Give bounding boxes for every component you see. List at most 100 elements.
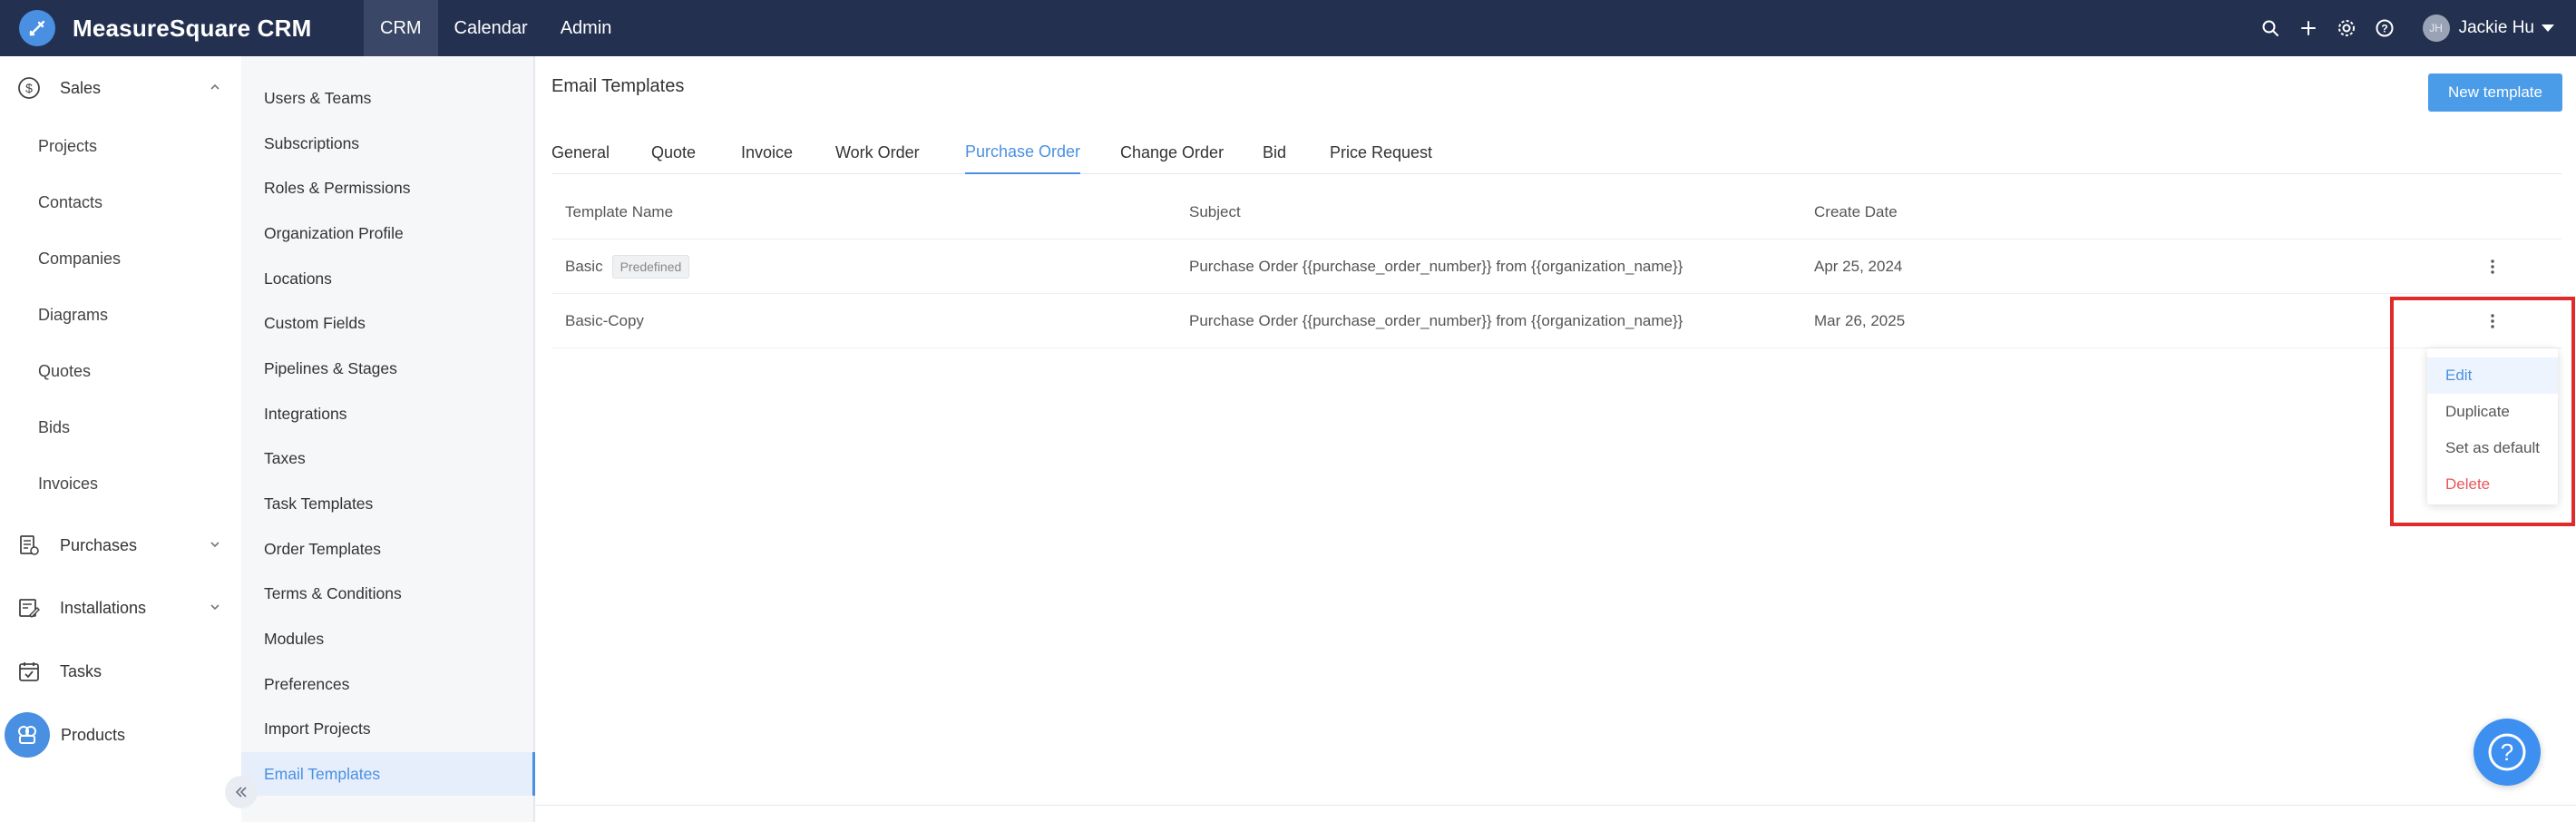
calendar-check-icon — [15, 658, 43, 685]
help-button[interactable]: ? — [2474, 719, 2541, 786]
column-header-subject: Subject — [1189, 203, 1241, 220]
sidebar-item-bids[interactable]: Bids — [38, 418, 70, 437]
settings-item-organization-profile[interactable]: Organization Profile — [241, 211, 535, 255]
svg-text:$: $ — [25, 81, 33, 95]
dollar-circle-icon: $ — [15, 74, 43, 102]
settings-nav: Users & Teams Subscriptions Roles & Perm… — [241, 56, 535, 822]
sidebar-group-label: Purchases — [60, 535, 138, 554]
new-template-button[interactable]: New template — [2428, 73, 2562, 112]
settings-item-pipelines-stages[interactable]: Pipelines & Stages — [241, 347, 535, 390]
predefined-badge: Predefined — [611, 255, 690, 279]
tab-work-order[interactable]: Work Order — [835, 131, 920, 174]
installation-icon — [15, 594, 43, 621]
settings-item-custom-fields[interactable]: Custom Fields — [241, 301, 535, 345]
user-name: Jackie Hu — [2458, 18, 2534, 37]
plus-icon[interactable] — [2296, 15, 2321, 41]
settings-item-users-teams[interactable]: Users & Teams — [241, 76, 535, 120]
topnav-calendar[interactable]: Calendar — [438, 0, 544, 56]
menu-item-set-as-default[interactable]: Set as default — [2427, 430, 2558, 466]
settings-item-taxes[interactable]: Taxes — [241, 436, 535, 480]
main-content: Email Templates New template General Quo… — [535, 56, 2576, 822]
settings-item-integrations[interactable]: Integrations — [241, 392, 535, 435]
template-name: Basic — [565, 258, 603, 275]
top-bar: MeasureSquare CRM CRM Calendar Admin ? J… — [0, 0, 2576, 56]
sidebar-group-label: Tasks — [60, 661, 102, 680]
sidebar-group-tasks[interactable]: Tasks — [0, 649, 241, 694]
column-header-create-date: Create Date — [1814, 203, 1898, 220]
sidebar-group-products[interactable]: Products — [0, 712, 241, 758]
main-sidebar: $ Sales Projects Contacts Companies Diag… — [0, 56, 241, 822]
caret-down-icon — [2542, 24, 2554, 32]
page-title: Email Templates — [551, 76, 685, 96]
topnav-crm[interactable]: CRM — [364, 0, 438, 56]
tab-change-order[interactable]: Change Order — [1120, 131, 1224, 174]
tab-purchase-order[interactable]: Purchase Order — [965, 131, 1081, 174]
top-nav: CRM Calendar Admin — [364, 0, 628, 56]
sidebar-group-purchases[interactable]: Purchases — [0, 523, 241, 568]
settings-item-email-templates[interactable]: Email Templates — [241, 752, 535, 796]
row-actions-menu: Edit Duplicate Set as default Delete — [2427, 348, 2558, 504]
search-icon[interactable] — [2258, 15, 2283, 41]
help-icon[interactable]: ? — [2372, 15, 2397, 41]
products-icon — [5, 712, 50, 758]
settings-item-preferences[interactable]: Preferences — [241, 662, 535, 706]
sidebar-item-contacts[interactable]: Contacts — [38, 193, 102, 212]
settings-item-order-templates[interactable]: Order Templates — [241, 527, 535, 571]
settings-item-modules[interactable]: Modules — [241, 617, 535, 661]
settings-item-roles-permissions[interactable]: Roles & Permissions — [241, 166, 535, 210]
column-header-template-name: Template Name — [565, 203, 674, 220]
menu-item-edit[interactable]: Edit — [2427, 357, 2558, 394]
sidebar-group-label: Installations — [60, 598, 147, 617]
sidebar-item-companies[interactable]: Companies — [38, 250, 121, 269]
sidebar-group-installations[interactable]: Installations — [0, 585, 241, 631]
app-logo[interactable]: MeasureSquare CRM — [19, 10, 364, 46]
receipt-icon — [15, 532, 43, 559]
tab-general[interactable]: General — [551, 131, 610, 174]
menu-item-duplicate[interactable]: Duplicate — [2427, 394, 2558, 430]
question-icon: ? — [2488, 733, 2526, 771]
tab-bid[interactable]: Bid — [1263, 131, 1286, 174]
table-row[interactable]: Basic-Copy Purchase Order {{purchase_ord… — [551, 294, 2561, 348]
sidebar-group-label: Products — [61, 725, 126, 744]
svg-text:?: ? — [2501, 739, 2513, 766]
template-name-cell: Basic-Copy — [565, 294, 644, 348]
table-row[interactable]: Basic Predefined Purchase Order {{purcha… — [551, 240, 2561, 294]
app-logo-icon — [19, 10, 55, 46]
sidebar-group-sales[interactable]: $ Sales — [0, 65, 241, 111]
chevron-up-icon — [209, 81, 221, 98]
chevron-down-icon — [209, 601, 221, 618]
subject-cell: Purchase Order {{purchase_order_number}}… — [1189, 258, 1683, 275]
tab-price-request[interactable]: Price Request — [1330, 131, 1432, 174]
table-header: Template Name Subject Create Date — [551, 185, 2561, 240]
sidebar-item-diagrams[interactable]: Diagrams — [38, 306, 108, 325]
template-tabs: General Quote Invoice Work Order Purchas… — [551, 131, 2561, 174]
divider — [535, 805, 2576, 806]
app-name: MeasureSquare CRM — [73, 14, 312, 42]
user-menu[interactable]: JH Jackie Hu — [2422, 15, 2554, 42]
gear-icon[interactable] — [2334, 15, 2359, 41]
sidebar-item-projects[interactable]: Projects — [38, 137, 97, 156]
settings-item-locations[interactable]: Locations — [241, 257, 535, 300]
template-name-cell: Basic Predefined — [565, 240, 690, 294]
sidebar-item-quotes[interactable]: Quotes — [38, 362, 91, 381]
template-name: Basic-Copy — [565, 312, 644, 329]
subject-cell: Purchase Order {{purchase_order_number}}… — [1189, 312, 1683, 329]
sidebar-group-label: Sales — [60, 78, 102, 97]
settings-item-import-projects[interactable]: Import Projects — [241, 707, 535, 750]
tab-quote[interactable]: Quote — [651, 131, 696, 174]
create-date-cell: Apr 25, 2024 — [1814, 258, 1903, 275]
svg-text:?: ? — [2381, 23, 2387, 35]
menu-item-delete[interactable]: Delete — [2427, 466, 2558, 503]
collapse-sidebar-button[interactable] — [225, 776, 258, 808]
topnav-admin[interactable]: Admin — [544, 0, 629, 56]
sidebar-item-invoices[interactable]: Invoices — [38, 475, 98, 494]
tab-invoice[interactable]: Invoice — [741, 131, 793, 174]
settings-item-subscriptions[interactable]: Subscriptions — [241, 122, 535, 165]
double-chevron-left-icon — [235, 787, 247, 798]
templates-table: Template Name Subject Create Date Basic … — [551, 185, 2561, 348]
topbar-actions: ? JH Jackie Hu — [2258, 0, 2554, 56]
settings-item-task-templates[interactable]: Task Templates — [241, 482, 535, 525]
create-date-cell: Mar 26, 2025 — [1814, 312, 1906, 329]
settings-item-terms-conditions[interactable]: Terms & Conditions — [241, 572, 535, 615]
more-vertical-icon[interactable] — [2482, 240, 2503, 294]
